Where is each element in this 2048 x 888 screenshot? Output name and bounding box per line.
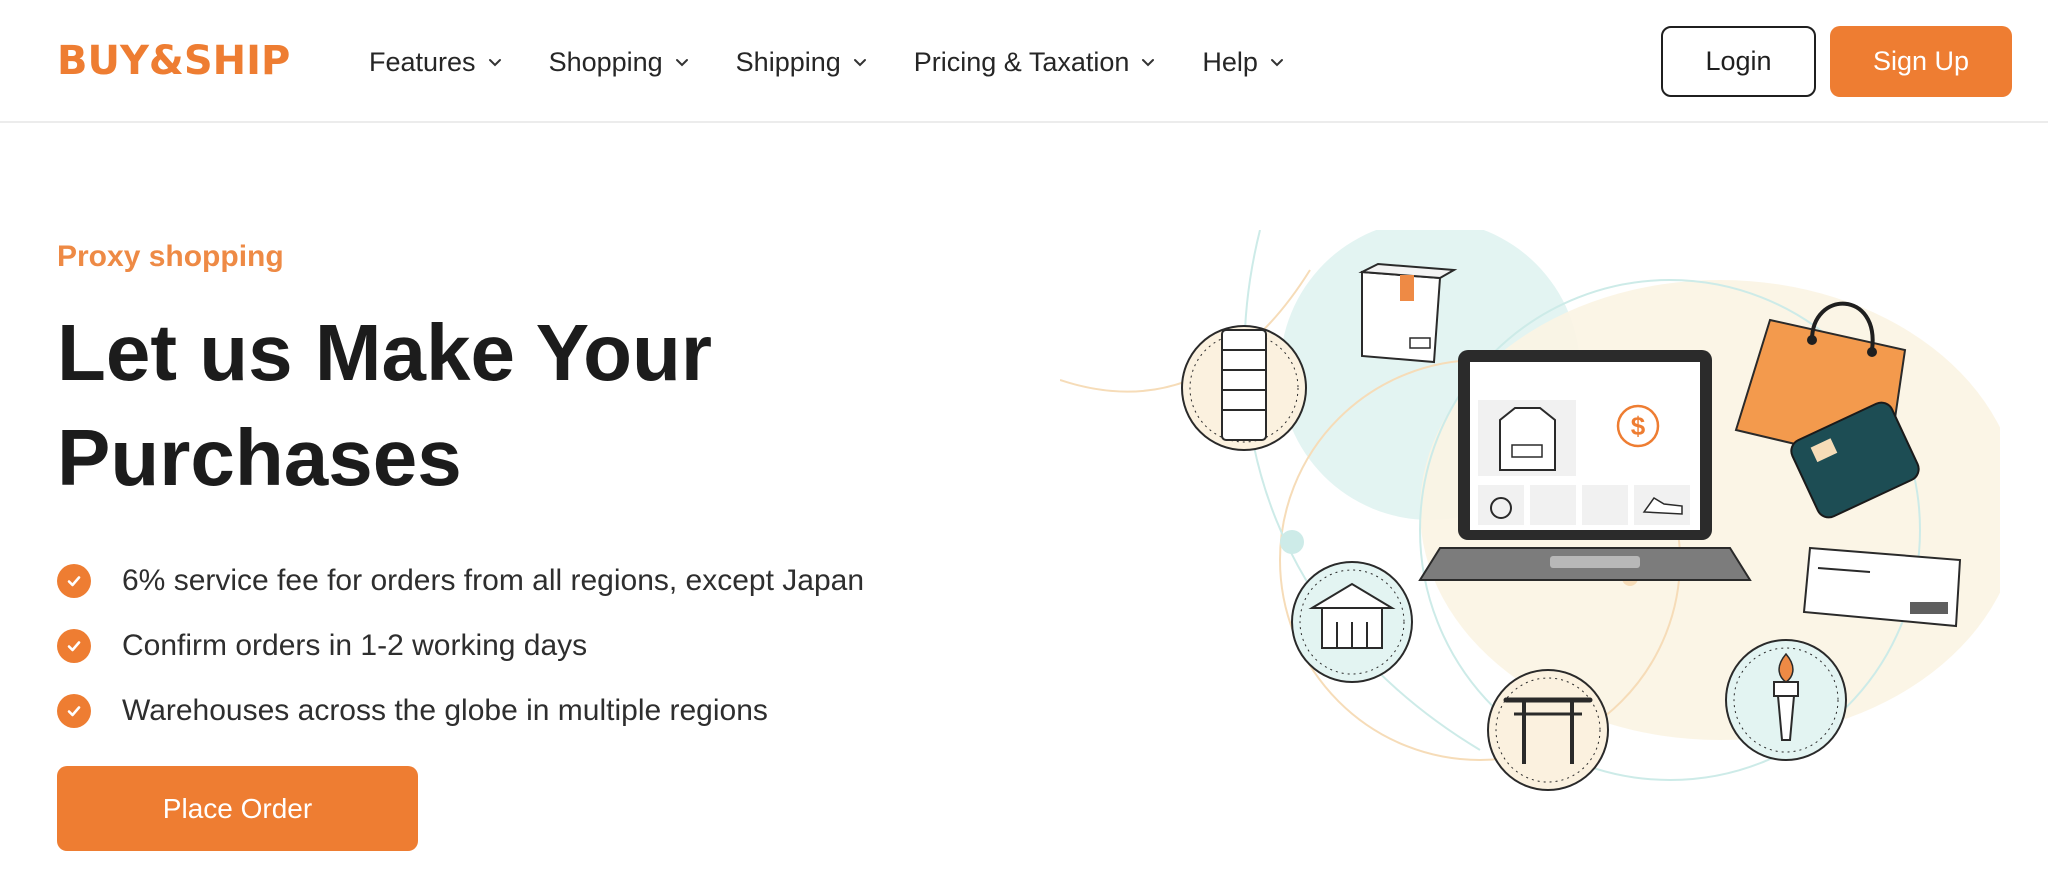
hoodie-icon bbox=[1499, 407, 1556, 471]
feature-text: Confirm orders in 1-2 working days bbox=[122, 628, 588, 662]
feature-text: Warehouses across the globe in multiple … bbox=[122, 693, 768, 727]
feature-item: Confirm orders in 1-2 working days bbox=[57, 613, 864, 678]
check-icon bbox=[57, 693, 91, 728]
headline-line-1: Let us Make Your bbox=[57, 308, 712, 397]
nav-pricing-label: Pricing & Taxation bbox=[913, 46, 1130, 77]
svg-text:$: $ bbox=[1631, 411, 1646, 441]
signup-button[interactable]: Sign Up bbox=[1830, 26, 2012, 97]
orbit-dot bbox=[1280, 530, 1304, 554]
headline-line-2: Purchases bbox=[57, 413, 462, 502]
nav-help-label: Help bbox=[1202, 46, 1258, 77]
feature-item: 6% service fee for orders from all regio… bbox=[57, 548, 864, 613]
feature-item: Warehouses across the globe in multiple … bbox=[57, 678, 864, 743]
feature-list: 6% service fee for orders from all regio… bbox=[57, 548, 864, 743]
place-order-button[interactable]: Place Order bbox=[57, 766, 418, 851]
nav-shopping-label: Shopping bbox=[548, 46, 663, 77]
nav-shopping[interactable]: Shopping bbox=[549, 47, 692, 78]
chevron-down-icon bbox=[853, 59, 866, 67]
feature-text: 6% service fee for orders from all regio… bbox=[122, 563, 865, 597]
hero-eyebrow: Proxy shopping bbox=[57, 240, 284, 273]
torii-gate-icon bbox=[1487, 669, 1609, 791]
login-button[interactable]: Login bbox=[1661, 26, 1816, 97]
envelope-icon bbox=[1802, 546, 1962, 628]
buyandship-logo[interactable]: BUY&SHIP bbox=[57, 38, 290, 84]
chevron-down-icon bbox=[1142, 59, 1155, 67]
nav-shipping[interactable]: Shipping bbox=[736, 47, 870, 78]
chevron-down-icon bbox=[488, 59, 501, 67]
nav-pricing-taxation[interactable]: Pricing & Taxation bbox=[914, 47, 1159, 78]
torch-icon bbox=[1725, 639, 1847, 761]
hero-headline: Let us Make Your Purchases bbox=[57, 300, 857, 510]
nav-shipping-label: Shipping bbox=[735, 46, 841, 77]
site-header: BUY&SHIP Features Shopping Shipping Pric… bbox=[0, 0, 2048, 123]
chevron-down-icon bbox=[675, 59, 688, 67]
leaning-tower-icon bbox=[1181, 325, 1307, 451]
nav-features[interactable]: Features bbox=[369, 47, 505, 78]
chevron-down-icon bbox=[1270, 59, 1283, 67]
japanese-castle-icon bbox=[1291, 561, 1413, 683]
hero-illustration: $ bbox=[1060, 230, 2000, 791]
check-icon bbox=[57, 628, 91, 663]
nav-features-label: Features bbox=[369, 46, 476, 77]
nav-help[interactable]: Help bbox=[1202, 47, 1287, 78]
check-icon bbox=[57, 563, 91, 598]
main-nav: Features Shopping Shipping Pricing & Tax… bbox=[369, 40, 1331, 84]
